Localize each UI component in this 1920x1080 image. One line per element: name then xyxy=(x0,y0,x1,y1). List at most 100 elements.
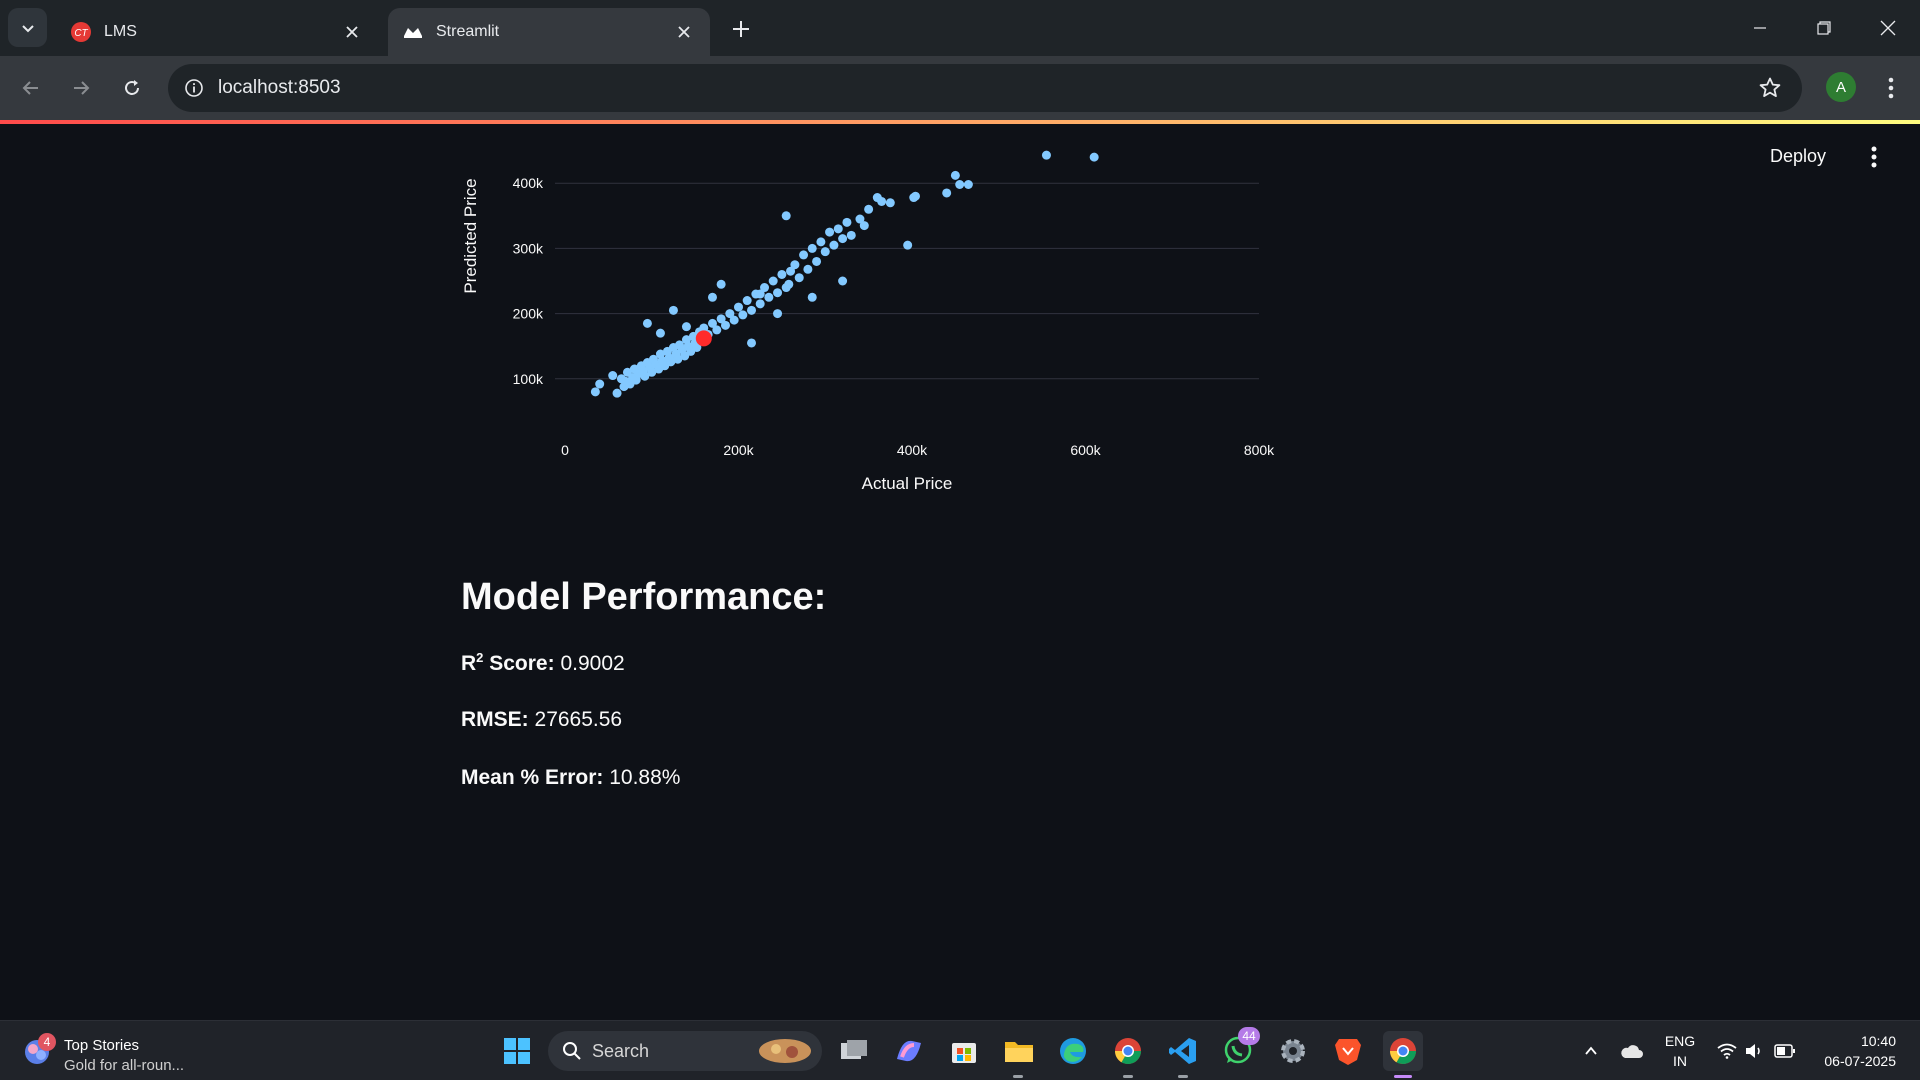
x-tick-label: 600k xyxy=(1070,442,1101,458)
address-bar[interactable]: localhost:8503 xyxy=(168,64,1802,112)
taskbar-search[interactable]: Search xyxy=(548,1031,822,1071)
active-indicator xyxy=(1394,1075,1412,1078)
show-hidden-icons-button[interactable] xyxy=(1573,1031,1609,1071)
language-indicator[interactable]: ENG IN xyxy=(1662,1031,1698,1071)
rmse-line: RMSE: 27665.56 xyxy=(461,708,622,732)
chrome-menu-button[interactable] xyxy=(1876,72,1906,104)
tab-streamlit[interactable]: Streamlit xyxy=(388,8,710,56)
running-indicator xyxy=(1123,1075,1133,1078)
cloud-icon xyxy=(1621,1045,1643,1058)
onedrive-button[interactable] xyxy=(1614,1031,1650,1071)
vscode-button[interactable] xyxy=(1163,1031,1203,1071)
vertical-dots-icon xyxy=(1871,146,1877,168)
r2-score-label: R2 Score: xyxy=(461,650,555,675)
clock-date: 06-07-2025 xyxy=(1824,1053,1896,1069)
battery-icon xyxy=(1774,1044,1795,1058)
start-button[interactable] xyxy=(497,1031,537,1071)
windows-logo-icon xyxy=(504,1038,530,1064)
x-tick-label: 200k xyxy=(723,442,754,458)
new-tab-button[interactable] xyxy=(726,14,756,44)
data-point xyxy=(720,320,730,330)
chevron-up-icon xyxy=(1585,1046,1597,1055)
mean-error-value: 10.88% xyxy=(609,766,681,789)
data-point xyxy=(590,387,600,397)
plus-icon xyxy=(733,21,749,37)
folder-icon xyxy=(1005,1042,1033,1062)
news-widget[interactable]: 4 Top Stories Gold for all-roun... xyxy=(22,1029,202,1074)
close-tab-icon[interactable] xyxy=(338,18,366,46)
data-point xyxy=(838,276,848,286)
data-point xyxy=(747,305,757,315)
data-point xyxy=(794,273,804,283)
x-tick-label: 0 xyxy=(561,442,569,458)
mean-error-line: Mean % Error: 10.88% xyxy=(461,766,680,790)
svg-text:CT: CT xyxy=(74,28,88,39)
main-menu-button[interactable] xyxy=(1862,142,1886,172)
x-tick-label: 400k xyxy=(897,442,928,458)
data-point xyxy=(612,388,622,398)
y-tick-label: 100k xyxy=(513,371,544,387)
system-clock[interactable]: 10:40 06-07-2025 xyxy=(1812,1031,1896,1071)
task-view-icon xyxy=(841,1040,867,1059)
profile-avatar[interactable]: A xyxy=(1826,72,1856,102)
data-point xyxy=(799,250,809,260)
data-point xyxy=(833,224,843,234)
url-text[interactable]: localhost:8503 xyxy=(218,77,341,99)
section-heading: Model Performance: xyxy=(461,576,827,618)
deploy-button[interactable]: Deploy xyxy=(1770,146,1826,167)
data-point xyxy=(681,322,691,332)
data-point xyxy=(768,276,778,286)
minimize-button[interactable] xyxy=(1730,8,1790,48)
data-point xyxy=(816,237,826,247)
file-explorer-button[interactable] xyxy=(999,1031,1039,1071)
edge-icon xyxy=(1060,1038,1086,1064)
data-point xyxy=(910,191,920,201)
tab-search-button[interactable] xyxy=(8,8,47,47)
search-icon xyxy=(563,1042,581,1060)
y-axis-title: Predicted Price xyxy=(461,178,480,293)
restore-button[interactable] xyxy=(1794,8,1854,48)
r2-score-value: 0.9002 xyxy=(560,652,625,675)
chrome-active-button[interactable] xyxy=(1383,1031,1423,1071)
data-point xyxy=(807,243,817,253)
battery-button[interactable] xyxy=(1770,1031,1800,1071)
back-arrow-icon xyxy=(22,81,38,95)
settings-button[interactable] xyxy=(1273,1031,1313,1071)
data-point xyxy=(608,371,618,381)
data-point xyxy=(812,256,822,266)
x-tick-label: 800k xyxy=(1244,442,1275,458)
back-button[interactable] xyxy=(14,71,48,105)
bookmark-star-icon[interactable] xyxy=(1758,76,1782,100)
news-count-badge: 4 xyxy=(38,1033,56,1051)
data-point xyxy=(655,328,665,338)
streamlit-app: Deploy 100k 200k 300k 400k 500k 0 200k 400k 600k… xyxy=(0,124,1920,1020)
reload-button[interactable] xyxy=(115,71,149,105)
site-info-icon[interactable] xyxy=(180,74,208,102)
edge-button[interactable] xyxy=(1053,1031,1093,1071)
close-window-button[interactable] xyxy=(1858,8,1918,48)
data-point xyxy=(877,196,887,206)
scatter-chart[interactable]: 100k 200k 300k 400k 500k 0 200k 400k 600k 800k Act… xyxy=(440,124,1320,504)
browser-toolbar: localhost:8503 A xyxy=(0,56,1920,120)
data-point xyxy=(838,234,848,244)
copilot-button[interactable] xyxy=(889,1031,929,1071)
brave-button[interactable] xyxy=(1328,1031,1368,1071)
chevron-down-icon xyxy=(21,24,34,32)
highlighted-point xyxy=(695,330,712,347)
data-point xyxy=(668,305,678,315)
close-tab-icon[interactable] xyxy=(670,18,698,46)
store-button[interactable] xyxy=(944,1031,984,1071)
data-point xyxy=(729,315,739,325)
gear-icon xyxy=(1281,1039,1305,1063)
data-point xyxy=(784,279,794,289)
forward-button[interactable] xyxy=(64,71,98,105)
forward-arrow-icon xyxy=(74,81,90,95)
vscode-icon xyxy=(1169,1038,1196,1064)
task-view-button[interactable] xyxy=(834,1031,874,1071)
chrome-profile-button[interactable] xyxy=(1108,1031,1148,1071)
wifi-button[interactable] xyxy=(1712,1031,1742,1071)
volume-button[interactable] xyxy=(1740,1031,1770,1071)
data-point xyxy=(738,310,748,320)
tab-lms[interactable]: CT LMS xyxy=(56,8,378,56)
data-point xyxy=(642,318,652,328)
